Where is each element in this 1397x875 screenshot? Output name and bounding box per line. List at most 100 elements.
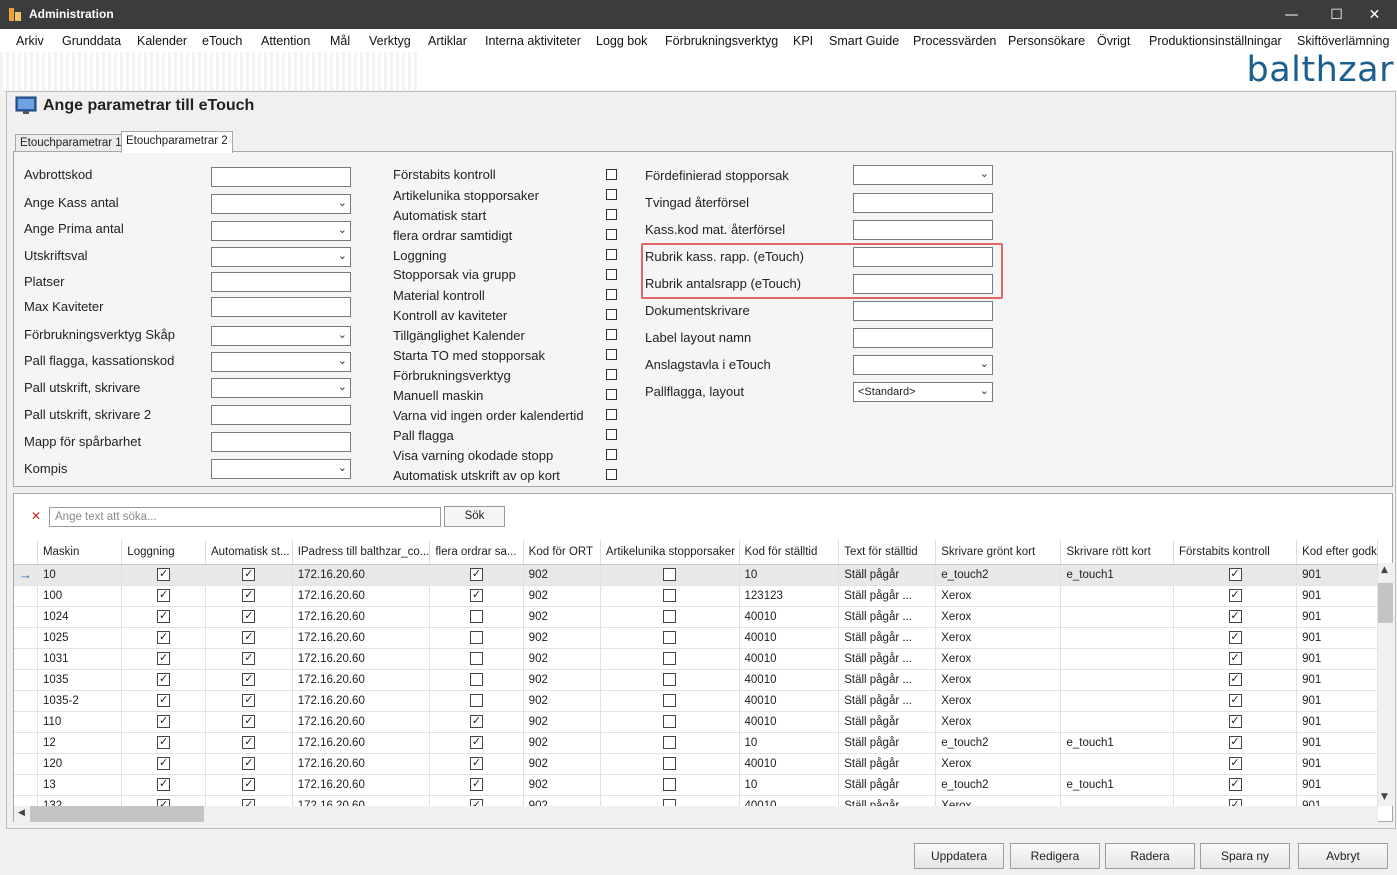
grid-cell[interactable]: 902 bbox=[523, 753, 601, 775]
grid-cell[interactable]: Ställ pågår bbox=[838, 732, 937, 754]
checked-checkbox[interactable]: ✓ bbox=[1228, 694, 1242, 707]
grid-cell[interactable]: Ställ pågår bbox=[838, 564, 937, 586]
manuell-maskin-checkbox[interactable] bbox=[606, 389, 617, 400]
grid-checkbox-cell[interactable]: ✓ bbox=[121, 732, 206, 754]
grid-checkbox-cell[interactable]: ✓ bbox=[121, 753, 206, 775]
column-header-maskin[interactable]: Maskin bbox=[37, 540, 123, 565]
max-kaviteter-input[interactable] bbox=[211, 297, 351, 317]
checked-checkbox[interactable]: ✓ bbox=[1228, 715, 1242, 728]
vertical-scrollbar[interactable]: ▲ ▼ bbox=[1378, 563, 1393, 806]
checked-checkbox[interactable]: ✓ bbox=[157, 610, 171, 623]
grid-checkbox-cell[interactable]: ✓ bbox=[205, 564, 293, 586]
menu-interna-aktiviteter[interactable]: Interna aktiviteter bbox=[485, 34, 581, 48]
menu-artiklar[interactable]: Artiklar bbox=[428, 34, 467, 48]
table-row[interactable]: 1025 ✓ ✓ 172.16.20.60 902 40010 Ställ pågår ..… bbox=[14, 627, 1378, 649]
unchecked-checkbox[interactable] bbox=[663, 757, 677, 770]
grid-checkbox-cell[interactable] bbox=[600, 753, 740, 775]
minimize-button[interactable]: — bbox=[1269, 0, 1314, 29]
checked-checkbox[interactable]: ✓ bbox=[157, 568, 171, 581]
grid-cell[interactable]: 901 bbox=[1296, 669, 1378, 691]
grid-cell[interactable]: 902 bbox=[523, 732, 601, 754]
grid-cell[interactable]: 1035 bbox=[37, 669, 123, 691]
grid-cell[interactable]: Xerox bbox=[935, 753, 1062, 775]
checked-checkbox[interactable]: ✓ bbox=[242, 715, 256, 728]
grid-checkbox-cell[interactable]: ✓ bbox=[205, 669, 293, 691]
dokumentskrivare-input[interactable] bbox=[853, 301, 993, 321]
column-header-skrivare-rott-kort[interactable]: Skrivare rött kort bbox=[1060, 540, 1174, 565]
grid-cell[interactable]: 902 bbox=[523, 564, 601, 586]
grid-cell[interactable]: 13 bbox=[37, 774, 123, 796]
grid-cell[interactable]: 901 bbox=[1296, 690, 1378, 712]
grid-cell[interactable]: Xerox bbox=[935, 627, 1062, 649]
grid-cell[interactable] bbox=[1060, 711, 1174, 733]
grid-checkbox-cell[interactable]: ✓ bbox=[1173, 606, 1298, 628]
menu-grunddata[interactable]: Grunddata bbox=[62, 34, 121, 48]
grid-cell[interactable]: 10 bbox=[739, 732, 840, 754]
column-header-kod-efter-godk[interactable]: Kod efter godk bbox=[1296, 540, 1378, 565]
grid-checkbox-cell[interactable] bbox=[429, 627, 524, 649]
grid-cell[interactable]: Ställ pågår ... bbox=[838, 606, 937, 628]
grid-checkbox-cell[interactable] bbox=[429, 606, 524, 628]
grid-cell[interactable]: 172.16.20.60 bbox=[292, 627, 431, 649]
search-input[interactable]: Ange text att söka... bbox=[49, 507, 441, 527]
menu-produktionsinstallningar[interactable]: Produktionsinställningar bbox=[1149, 34, 1282, 48]
grid-cell[interactable]: 902 bbox=[523, 585, 601, 607]
pallflagga-layout-select[interactable]: <Standard> ⌄ bbox=[853, 382, 993, 402]
grid-cell[interactable]: 12 bbox=[37, 732, 123, 754]
checked-checkbox[interactable]: ✓ bbox=[242, 652, 256, 665]
column-header-ipadress[interactable]: IPadress till balthzar_co... bbox=[292, 540, 431, 565]
grid-cell[interactable]: 172.16.20.60 bbox=[292, 669, 431, 691]
ange-kass-antal-select[interactable]: ⌄ bbox=[211, 194, 351, 214]
grid-cell[interactable]: Ställ pågår bbox=[838, 753, 937, 775]
unchecked-checkbox[interactable] bbox=[663, 652, 677, 665]
grid-cell[interactable]: Xerox bbox=[935, 690, 1062, 712]
grid-cell[interactable]: Ställ pågår bbox=[838, 774, 937, 796]
grid-checkbox-cell[interactable] bbox=[429, 648, 524, 670]
grid-checkbox-cell[interactable]: ✓ bbox=[429, 753, 524, 775]
ange-prima-antal-select[interactable]: ⌄ bbox=[211, 221, 351, 241]
grid-checkbox-cell[interactable] bbox=[600, 711, 740, 733]
forstabits-kontroll-checkbox[interactable] bbox=[606, 169, 617, 180]
close-button[interactable]: ✕ bbox=[1352, 0, 1397, 29]
grid-cell[interactable]: 10 bbox=[37, 564, 123, 586]
update-button[interactable]: Uppdatera bbox=[914, 843, 1004, 869]
grid-cell[interactable]: 901 bbox=[1296, 795, 1378, 806]
grid-cell[interactable]: 902 bbox=[523, 711, 601, 733]
checked-checkbox[interactable]: ✓ bbox=[470, 757, 484, 770]
checked-checkbox[interactable]: ✓ bbox=[1228, 673, 1242, 686]
unchecked-checkbox[interactable] bbox=[663, 736, 677, 749]
mapp-for-sparbarhet-input[interactable] bbox=[211, 432, 351, 452]
grid-cell[interactable]: Xerox bbox=[935, 711, 1062, 733]
checked-checkbox[interactable]: ✓ bbox=[470, 715, 484, 728]
scroll-up-icon[interactable]: ▲ bbox=[1381, 565, 1388, 575]
grid-cell[interactable]: 10 bbox=[739, 774, 840, 796]
unchecked-checkbox[interactable] bbox=[663, 799, 677, 806]
checked-checkbox[interactable]: ✓ bbox=[157, 736, 171, 749]
grid-checkbox-cell[interactable] bbox=[600, 732, 740, 754]
checked-checkbox[interactable]: ✓ bbox=[470, 589, 484, 602]
forbrukningsverktyg-checkbox[interactable] bbox=[606, 369, 617, 380]
save-new-button[interactable]: Spara ny bbox=[1200, 843, 1290, 869]
anslagstavla-i-etouch-select[interactable]: ⌄ bbox=[853, 355, 993, 375]
grid-checkbox-cell[interactable]: ✓ bbox=[205, 690, 293, 712]
grid-checkbox-cell[interactable] bbox=[600, 774, 740, 796]
grid-checkbox-cell[interactable]: ✓ bbox=[1173, 627, 1298, 649]
grid-cell[interactable]: 172.16.20.60 bbox=[292, 774, 431, 796]
grid-cell[interactable] bbox=[1060, 795, 1174, 806]
grid-cell[interactable]: 40010 bbox=[739, 795, 840, 806]
grid-cell[interactable]: 172.16.20.60 bbox=[292, 564, 431, 586]
checked-checkbox[interactable]: ✓ bbox=[242, 757, 256, 770]
grid-cell[interactable]: 901 bbox=[1296, 648, 1378, 670]
starta-to-med-stopporsak-checkbox[interactable] bbox=[606, 349, 617, 360]
grid-cell[interactable]: 110 bbox=[37, 711, 123, 733]
checked-checkbox[interactable]: ✓ bbox=[242, 610, 256, 623]
table-row[interactable]: 13 ✓ ✓ 172.16.20.60 ✓ 902 10 Ställ pågår e_touch… bbox=[14, 774, 1378, 796]
menu-forbrukningsverktyg[interactable]: Förbrukningsverktyg bbox=[665, 34, 778, 48]
grid-cell[interactable]: Ställ pågår ... bbox=[838, 795, 937, 806]
grid-cell[interactable]: 40010 bbox=[739, 669, 840, 691]
grid-cell[interactable]: Xerox bbox=[935, 669, 1062, 691]
menu-arkiv[interactable]: Arkiv bbox=[16, 34, 44, 48]
table-row[interactable]: 1031 ✓ ✓ 172.16.20.60 902 40010 Ställ pågår ..… bbox=[14, 648, 1378, 670]
grid-cell[interactable]: Ställ pågår ... bbox=[838, 690, 937, 712]
grid-checkbox-cell[interactable]: ✓ bbox=[1173, 711, 1298, 733]
